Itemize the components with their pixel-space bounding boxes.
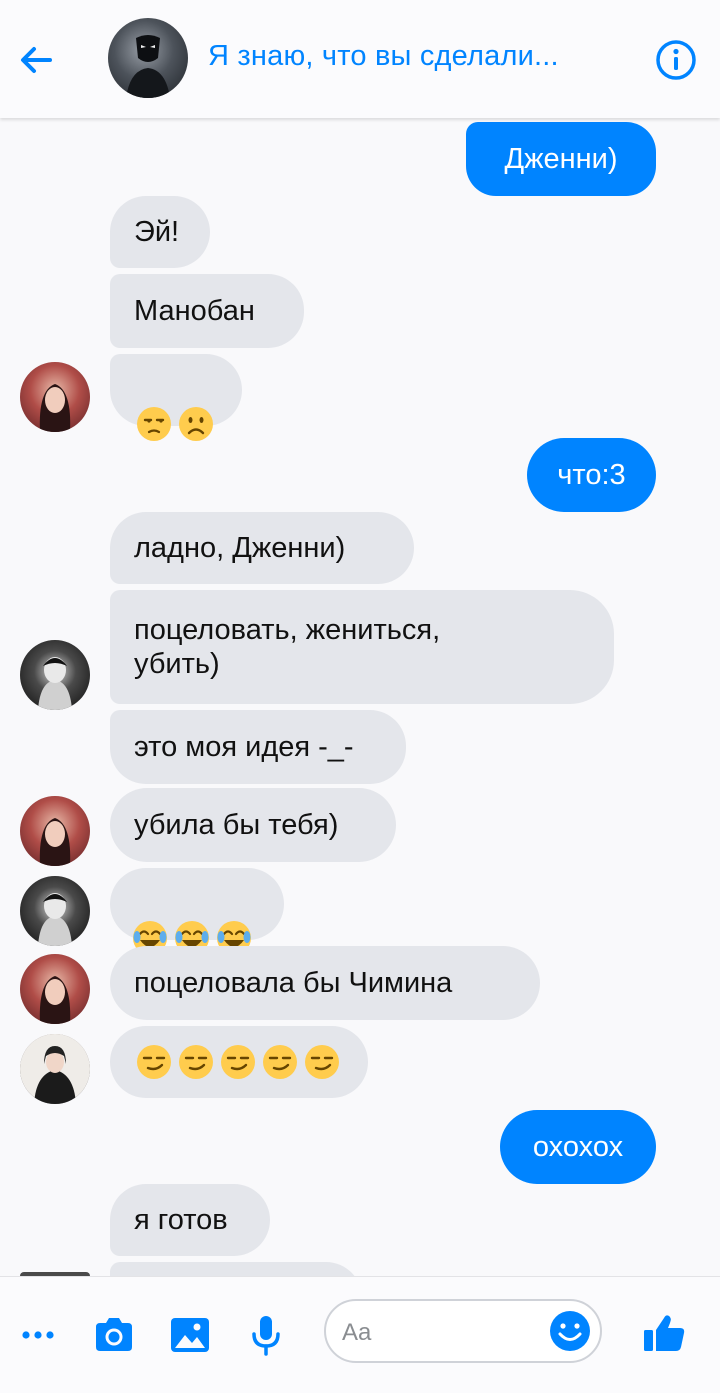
incoming-message[interactable]: ладно, Дженни) (110, 512, 414, 584)
incoming-message[interactable]: убила бы тебя) (110, 788, 396, 862)
sender-avatar[interactable] (20, 1034, 90, 1104)
incoming-emoji-message[interactable] (110, 1026, 368, 1098)
outgoing-message[interactable]: что:3 (527, 438, 656, 512)
info-icon[interactable] (654, 38, 698, 82)
incoming-message[interactable]: это моя идея -_- (110, 710, 406, 784)
incoming-message[interactable]: Эй! (110, 196, 210, 268)
outgoing-message[interactable]: охохох (500, 1110, 656, 1184)
smirk-emoji-icon (304, 1044, 340, 1080)
microphone-icon[interactable] (242, 1311, 290, 1359)
smirk-emoji-icon (178, 1044, 214, 1080)
incoming-emoji-message[interactable] (110, 868, 284, 955)
conversation-header: Я знаю, что вы сделали... (0, 0, 720, 118)
conversation-title[interactable]: Я знаю, что вы сделали... (208, 40, 628, 73)
sender-avatar[interactable] (20, 796, 90, 866)
sender-avatar[interactable] (20, 640, 90, 710)
frowning-emoji-icon (178, 372, 214, 441)
smirk-emoji-icon (220, 1044, 256, 1080)
unamused-emoji-icon (136, 372, 172, 441)
incoming-message[interactable]: Манобан (110, 274, 304, 348)
outgoing-message[interactable]: Дженни) (466, 122, 656, 196)
thumbs-up-icon[interactable] (640, 1309, 688, 1357)
message-composer (0, 1276, 720, 1393)
camera-icon[interactable] (90, 1311, 138, 1359)
joy-emoji-icon (132, 886, 168, 955)
sender-avatar[interactable] (20, 954, 90, 1024)
smirk-emoji-icon (136, 1044, 172, 1080)
incoming-emoji-message[interactable] (110, 354, 242, 441)
incoming-message[interactable]: поцеловать, жениться, убить) (110, 590, 614, 704)
sender-avatar[interactable] (20, 876, 90, 946)
message-input[interactable] (340, 1315, 544, 1351)
joy-emoji-icon (216, 886, 252, 955)
message-input-box[interactable] (324, 1299, 602, 1363)
image-icon[interactable] (166, 1311, 214, 1359)
incoming-message[interactable]: поцеловала бы Чимина (110, 946, 540, 1020)
back-arrow-icon[interactable] (14, 38, 58, 82)
emoji-icon[interactable] (548, 1309, 592, 1353)
smirk-emoji-icon (262, 1044, 298, 1080)
incoming-message[interactable]: я готов (110, 1184, 270, 1256)
sender-avatar[interactable] (20, 362, 90, 432)
group-avatar[interactable] (108, 18, 188, 98)
joy-emoji-icon (174, 886, 210, 955)
more-icon[interactable] (14, 1311, 62, 1359)
